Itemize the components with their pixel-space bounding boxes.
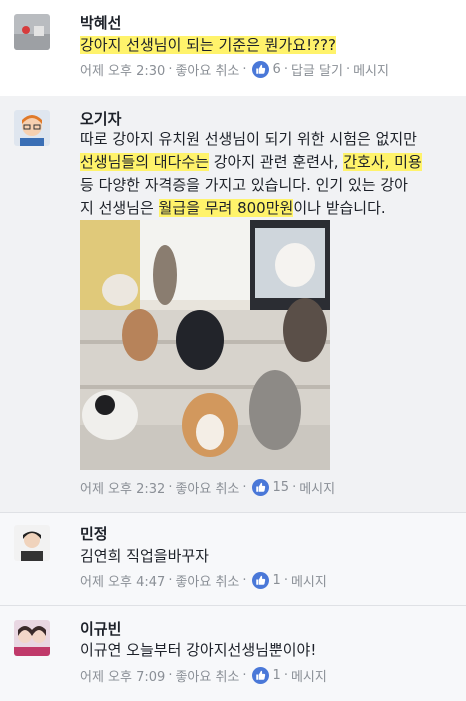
comment-line-3: 등 다양한 자격증을 가지고 있습니다. 인기 있는 강아 xyxy=(80,176,408,194)
separator: · xyxy=(292,480,297,495)
comment-time[interactable]: 어제 오후 4:47 xyxy=(80,571,165,590)
comment-line-4: 지 선생님은 월급을 무려 800만원이나 받습니다. xyxy=(80,197,456,220)
like-count[interactable]: 15 xyxy=(273,480,290,495)
like-thumb-icon[interactable] xyxy=(251,61,269,78)
like-thumb-icon[interactable] xyxy=(251,572,269,589)
separator: · xyxy=(242,668,247,683)
reply-button[interactable]: 답글 달기 xyxy=(291,60,343,79)
comment-line-4-pre: 지 선생님은 xyxy=(80,199,159,217)
like-count[interactable]: 6 xyxy=(273,62,281,77)
comment-author[interactable]: 이규빈 xyxy=(80,618,121,639)
comment-3: 민정 김연희 직업을바꾸자 어제 오후 4:47 · 좋아요 취소 · 1 · … xyxy=(0,512,466,605)
comment-line-4-post: 이나 받습니다. xyxy=(293,199,386,217)
avatar[interactable] xyxy=(14,525,50,561)
separator: · xyxy=(345,62,351,77)
attached-photo[interactable] xyxy=(80,220,330,470)
message-button[interactable]: 메시지 xyxy=(291,666,327,685)
like-toggle-button[interactable]: 좋아요 취소 xyxy=(175,478,239,497)
comment-time[interactable]: 어제 오후 2:32 xyxy=(80,478,165,497)
comment-author[interactable]: 오기자 xyxy=(80,108,121,129)
comment-text-highlight: 강아지 선생님이 되는 기준은 뭔가요!??? xyxy=(80,36,336,54)
comment-text: 김연희 직업을바꾸자 xyxy=(80,547,209,565)
like-toggle-button[interactable]: 좋아요 취소 xyxy=(175,666,239,685)
comment-text: 따로 강아지 유치원 선생님이 되기 위한 시험은 없지만 선생님들의 대다수는… xyxy=(80,128,456,220)
like-toggle-button[interactable]: 좋아요 취소 xyxy=(175,60,239,79)
comment-4: 이규빈 이규연 오늘부터 강아지선생님뿐이야! 어제 오후 7:09 · 좋아요… xyxy=(0,605,466,701)
comment-1: 박혜선 강아지 선생님이 되는 기준은 뭔가요!??? 어제 오후 2:30 ·… xyxy=(0,0,466,96)
comment-text: 강아지 선생님이 되는 기준은 뭔가요!??? xyxy=(80,34,456,57)
comment-author[interactable]: 민정 xyxy=(80,523,108,544)
comment-meta: 어제 오후 2:32 · 좋아요 취소 · 15 · 메시지 xyxy=(80,478,335,497)
avatar[interactable] xyxy=(14,14,50,50)
like-count[interactable]: 1 xyxy=(273,668,281,683)
comment-time[interactable]: 어제 오후 2:30 xyxy=(80,60,165,79)
comment-author[interactable]: 박혜선 xyxy=(80,12,121,33)
like-thumb-icon[interactable] xyxy=(251,667,269,684)
like-thumb-icon[interactable] xyxy=(251,479,269,496)
comment-text: 이규연 오늘부터 강아지선생님뿐이야! xyxy=(80,641,317,659)
avatar[interactable] xyxy=(14,620,50,656)
comment-meta: 어제 오후 7:09 · 좋아요 취소 · 1 · 메시지 xyxy=(80,666,327,685)
message-button[interactable]: 메시지 xyxy=(291,571,327,590)
comment-meta: 어제 오후 4:47 · 좋아요 취소 · 1 · 메시지 xyxy=(80,571,327,590)
avatar[interactable] xyxy=(14,110,50,146)
separator: · xyxy=(242,480,247,495)
separator: · xyxy=(242,62,247,77)
comment-line-2: 선생님들의 대다수는 강아지 관련 훈련사, 간호사, 미용 xyxy=(80,151,456,174)
separator: · xyxy=(283,668,288,683)
comment-highlight: 월급을 무려 800만원 xyxy=(158,199,294,217)
like-count[interactable]: 1 xyxy=(273,573,281,588)
separator: · xyxy=(168,573,173,588)
message-button[interactable]: 메시지 xyxy=(353,60,389,79)
comment-time[interactable]: 어제 오후 7:09 xyxy=(80,666,165,685)
like-toggle-button[interactable]: 좋아요 취소 xyxy=(175,571,239,590)
separator: · xyxy=(283,573,288,588)
separator: · xyxy=(283,62,288,77)
separator: · xyxy=(168,480,173,495)
comment-2: 오기자 따로 강아지 유치원 선생님이 되기 위한 시험은 없지만 선생님들의 … xyxy=(0,96,466,512)
comment-highlight: 간호사, 미용 xyxy=(343,153,422,171)
separator: · xyxy=(168,62,173,77)
comment-line-2-mid: 강아지 관련 훈련사, xyxy=(208,153,344,171)
message-button[interactable]: 메시지 xyxy=(299,478,335,497)
comment-line-1: 따로 강아지 유치원 선생님이 되기 위한 시험은 없지만 xyxy=(80,130,417,148)
separator: · xyxy=(242,573,247,588)
separator: · xyxy=(168,668,173,683)
comment-highlight: 선생님들의 대다수는 xyxy=(80,153,209,171)
comment-meta: 어제 오후 2:30 · 좋아요 취소 · 6 · 답글 달기 · 메시지 xyxy=(80,60,389,79)
